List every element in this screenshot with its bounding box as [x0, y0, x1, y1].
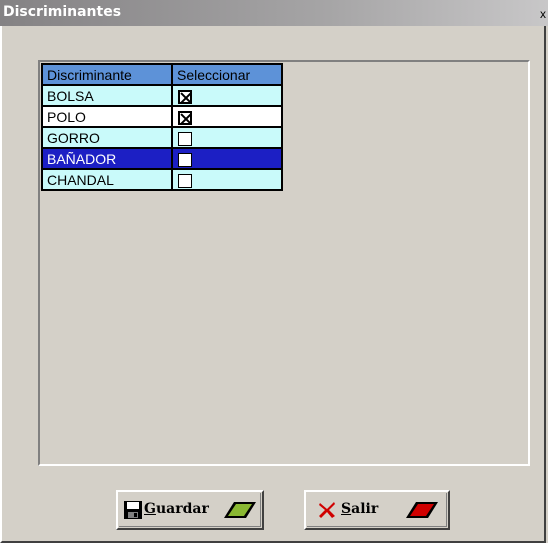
table-row-selected[interactable]: BAÑADOR: [41, 147, 283, 170]
table-row[interactable]: CHANDAL: [41, 168, 283, 191]
cell-seleccionar[interactable]: [171, 105, 283, 128]
close-icon[interactable]: x: [540, 7, 548, 21]
title-bar[interactable]: Discriminantes x: [0, 0, 548, 26]
salir-button[interactable]: Salir: [304, 490, 450, 530]
salir-label-rest: alir: [351, 501, 379, 517]
window-title: Discriminantes: [3, 4, 122, 20]
red-parallelogram-icon: [406, 502, 438, 518]
table-row[interactable]: GORRO: [41, 126, 283, 149]
checkbox-checked[interactable]: [178, 89, 192, 104]
floppy-disk-icon: [124, 501, 142, 519]
cell-discriminante[interactable]: CHANDAL: [41, 168, 173, 191]
checkbox-unchecked[interactable]: [178, 131, 192, 146]
cell-seleccionar[interactable]: [171, 126, 283, 149]
table-row[interactable]: BOLSA: [41, 84, 283, 107]
cell-discriminante[interactable]: BAÑADOR: [41, 147, 173, 170]
guardar-label-rest: uardar: [155, 501, 209, 517]
grid-header-row: Discriminante Seleccionar: [41, 63, 283, 86]
salir-label: Salir: [341, 501, 378, 517]
cell-seleccionar[interactable]: [171, 84, 283, 107]
guardar-button[interactable]: Guardar: [116, 490, 264, 530]
table-row[interactable]: POLO: [41, 105, 283, 128]
salir-accel: S: [341, 501, 352, 517]
green-parallelogram-icon: [224, 502, 256, 518]
checkbox-checked[interactable]: [178, 110, 192, 125]
guardar-label: Guardar: [144, 501, 209, 517]
guardar-accel: G: [144, 501, 156, 517]
checkbox-unchecked[interactable]: [178, 173, 192, 188]
red-x-icon: [319, 502, 335, 518]
cell-seleccionar[interactable]: [171, 147, 283, 170]
cell-discriminante[interactable]: GORRO: [41, 126, 173, 149]
cell-discriminante[interactable]: BOLSA: [41, 84, 173, 107]
cell-seleccionar[interactable]: [171, 168, 283, 191]
header-discriminante[interactable]: Discriminante: [41, 63, 173, 86]
header-seleccionar[interactable]: Seleccionar: [171, 63, 283, 86]
discriminantes-window: Discriminantes x Discriminante Seleccion…: [0, 0, 548, 543]
checkbox-unchecked[interactable]: [178, 152, 192, 167]
cell-discriminante[interactable]: POLO: [41, 105, 173, 128]
discriminantes-grid: Discriminante Seleccionar BOLSA POLO GOR…: [41, 63, 283, 191]
